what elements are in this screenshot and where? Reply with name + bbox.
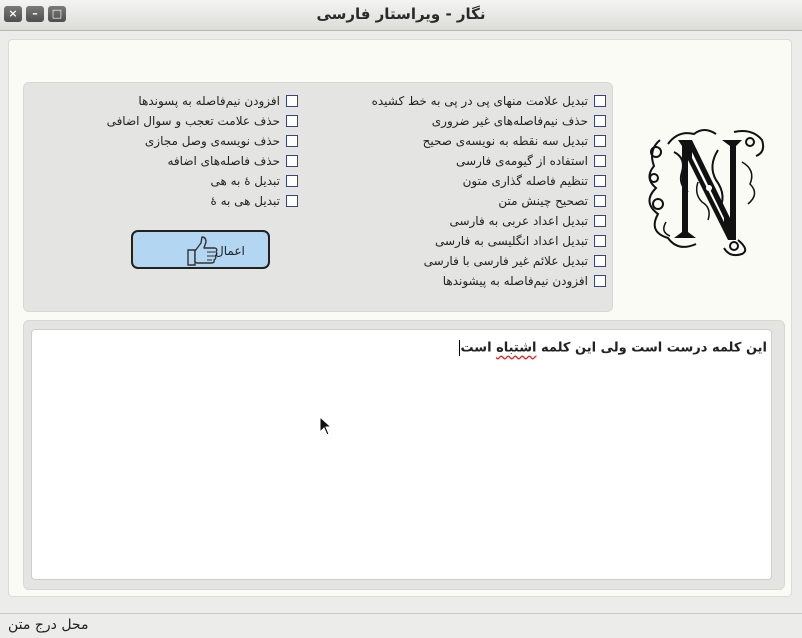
option-ellipsis[interactable]: تبدیل سه نقطه به نویسه‌ی صحیح	[372, 131, 606, 151]
mouse-pointer-icon	[319, 416, 333, 436]
checkbox[interactable]	[594, 215, 606, 227]
window-title: نگار - ویراستار فارسی	[316, 5, 486, 23]
option-label: تبدیل هٔ به هی	[210, 174, 280, 188]
option-extra-punctuation[interactable]: حذف علامت تعجب و سوال اضافی	[107, 111, 298, 131]
checkbox[interactable]	[286, 95, 298, 107]
options-column-right: تبدیل علامت منهای پی در پی به خط کشیده ح…	[372, 91, 606, 291]
checkbox[interactable]	[594, 115, 606, 127]
checkbox[interactable]	[594, 175, 606, 187]
checkbox[interactable]	[594, 195, 606, 207]
option-label: تبدیل اعداد عربی به فارسی	[449, 214, 588, 228]
option-label: حذف علامت تعجب و سوال اضافی	[106, 114, 280, 128]
option-non-persian-marks[interactable]: تبدیل علائم غیر فارسی با فارسی	[372, 251, 606, 271]
option-label: حذف نویسه‌ی وصل مجازی	[144, 134, 280, 148]
option-label: تنظیم فاصله گذاری متون	[462, 174, 588, 188]
option-persian-quotes[interactable]: استفاده از گیومه‌ی فارسی	[372, 151, 606, 171]
option-label: حذف نیم‌فاصله‌های غیر ضروری	[431, 114, 588, 128]
checkbox[interactable]	[594, 155, 606, 167]
title-bar: × – □ نگار - ویراستار فارسی	[0, 0, 802, 31]
checkbox[interactable]	[286, 195, 298, 207]
status-bar: محل درج متن	[0, 613, 802, 638]
option-suffix-zwnj[interactable]: افزودن نیم‌فاصله به پسوندها	[107, 91, 298, 111]
text-editor[interactable]: این کلمه درست است ولی این کلمه اشتباه اس…	[31, 329, 772, 580]
option-heh-hamza-to-heh-yeh[interactable]: تبدیل هٔ به هی	[107, 171, 298, 191]
option-arabic-digits[interactable]: تبدیل اعداد عربی به فارسی	[372, 211, 606, 231]
checkbox[interactable]	[286, 115, 298, 127]
options-column-left: افزودن نیم‌فاصله به پسوندها حذف علامت تع…	[107, 91, 298, 211]
checkbox[interactable]	[594, 235, 606, 247]
ornamental-N-logo	[648, 129, 765, 257]
option-label: افزودن نیم‌فاصله به پسوندها	[138, 94, 280, 108]
option-spacing[interactable]: تنظیم فاصله گذاری متون	[372, 171, 606, 191]
option-remove-zwnj[interactable]: حذف نیم‌فاصله‌های غیر ضروری	[372, 111, 606, 131]
checkbox[interactable]	[594, 255, 606, 267]
option-label: افزودن نیم‌فاصله به پیشوندها	[442, 274, 588, 288]
option-dash-to-line[interactable]: تبدیل علامت منهای پی در پی به خط کشیده	[372, 91, 606, 111]
option-heh-yeh-to-heh-hamza[interactable]: تبدیل هی به هٔ	[107, 191, 298, 211]
editor-text-end: است	[460, 340, 497, 356]
status-text: محل درج متن	[8, 617, 89, 633]
option-label: تبدیل علائم غیر فارسی با فارسی	[423, 254, 588, 268]
option-label: تصحیح چینش متن	[498, 194, 588, 208]
options-panel: تبدیل علامت منهای پی در پی به خط کشیده ح…	[23, 82, 613, 312]
option-text-alignment[interactable]: تصحیح چینش متن	[372, 191, 606, 211]
option-remove-kashida[interactable]: حذف نویسه‌ی وصل مجازی	[107, 131, 298, 151]
misspelled-word[interactable]: اشتباه	[496, 341, 536, 356]
apply-button-label: اعمال	[215, 244, 245, 258]
option-label: تبدیل اعداد انگلیسی به فارسی	[434, 234, 588, 248]
checkbox[interactable]	[286, 135, 298, 147]
checkbox[interactable]	[594, 135, 606, 147]
option-label: حذف فاصله‌های اضافه	[167, 154, 281, 168]
apply-button[interactable]: اعمال	[131, 230, 270, 269]
editor-content[interactable]: این کلمه درست است ولی این کلمه اشتباه اس…	[458, 340, 767, 356]
option-prefix-zwnj[interactable]: افزودن نیم‌فاصله به پیشوندها	[372, 271, 606, 291]
text-caret	[458, 340, 460, 356]
option-label: استفاده از گیومه‌ی فارسی	[456, 154, 588, 168]
checkbox[interactable]	[286, 155, 298, 167]
option-label: تبدیل سه نقطه به نویسه‌ی صحیح	[422, 134, 588, 148]
option-label: تبدیل علامت منهای پی در پی به خط کشیده	[371, 94, 588, 108]
checkbox[interactable]	[286, 175, 298, 187]
option-remove-extra-spaces[interactable]: حذف فاصله‌های اضافه	[107, 151, 298, 171]
option-label: تبدیل هی به هٔ	[210, 194, 280, 208]
editor-text-start: این کلمه درست است ولی این کلمه	[536, 340, 767, 356]
thumbs-up-icon	[187, 236, 218, 266]
checkbox[interactable]	[594, 275, 606, 287]
checkbox[interactable]	[594, 95, 606, 107]
option-english-digits[interactable]: تبدیل اعداد انگلیسی به فارسی	[372, 231, 606, 251]
